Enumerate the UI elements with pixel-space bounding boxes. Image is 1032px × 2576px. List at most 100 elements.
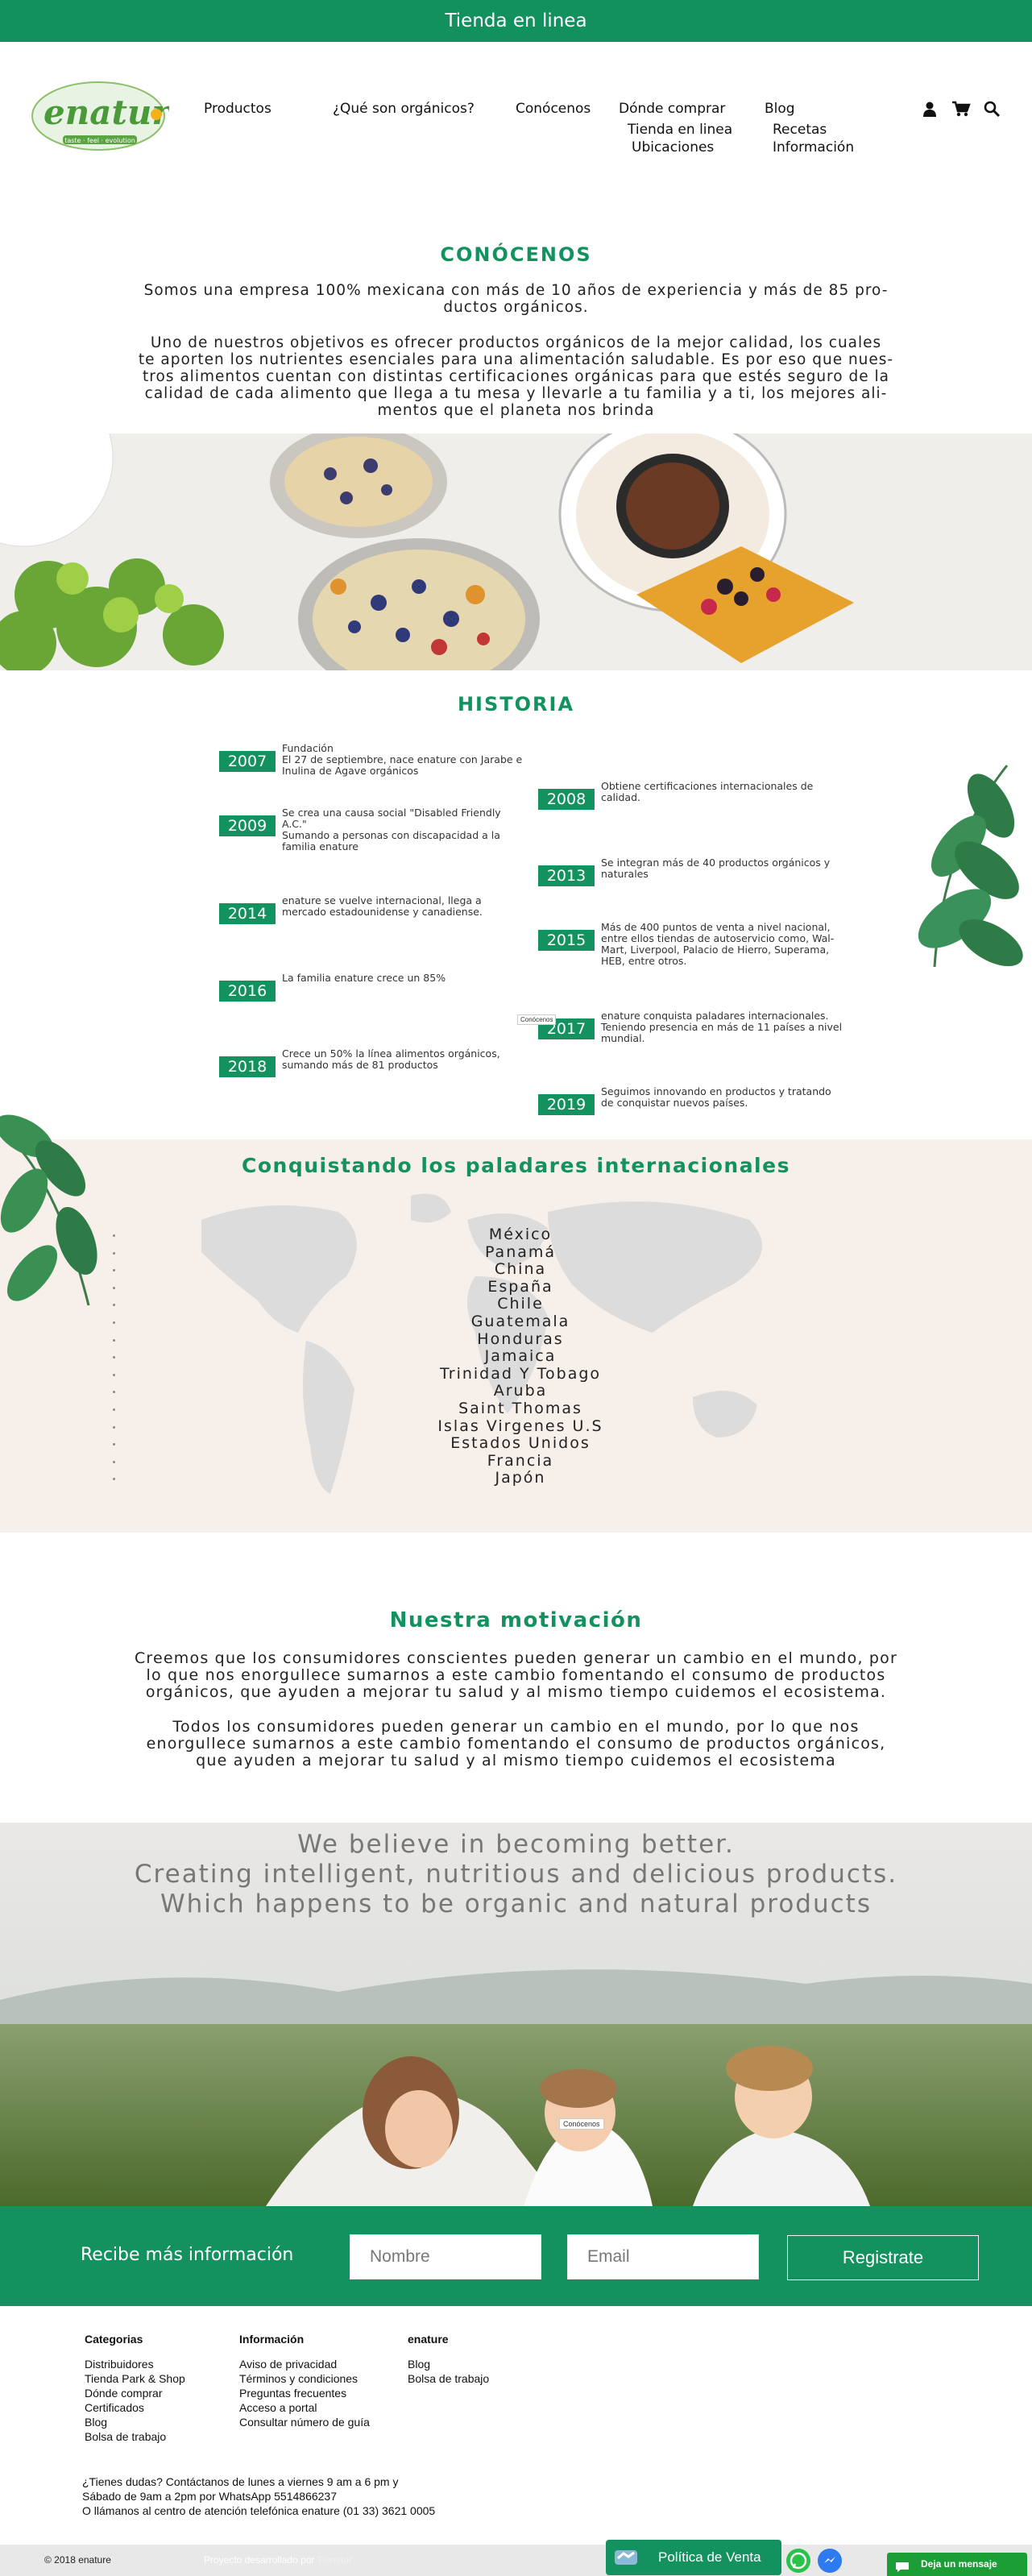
motivation-title: Nuestra motivación [389, 1608, 643, 1632]
nav-informacion[interactable]: Información [773, 139, 854, 156]
country-item: Francia [487, 1451, 554, 1470]
bullet-dot [113, 1425, 115, 1429]
timeline-year-2018: 2018 [219, 1056, 276, 1077]
logo-tagline: taste · feel · evolution [64, 137, 135, 144]
about-title: CONÓCENOS [440, 243, 592, 266]
country-item: Guatemala [470, 1313, 570, 1330]
footer-link[interactable]: Términos y condiciones [239, 2371, 370, 2386]
bullet-dot [113, 1356, 115, 1359]
nav-que-son-organicos[interactable]: ¿Qué son orgánicos? [333, 101, 475, 117]
bullet-dot [113, 1373, 115, 1376]
bullet-dot [113, 1321, 115, 1324]
footer-link[interactable]: Blog [85, 2415, 185, 2429]
about-paragraph-2: Uno de nuestros objetivos es ofrecer pro… [138, 334, 894, 419]
footer-link[interactable]: Aviso de privacidad [239, 2357, 370, 2371]
timeline-event-text: Se crea una causa social "Disabled Frien… [282, 807, 501, 852]
leaves-decoration-right [910, 757, 1032, 983]
nav-conocenos[interactable]: Conócenos [516, 101, 591, 117]
bullet-dot [113, 1286, 115, 1289]
country-item: Panamá [484, 1242, 557, 1261]
footer-col-informacion: Información Aviso de privacidad Términos … [239, 2333, 370, 2429]
nav-recetas[interactable]: Recetas [773, 122, 827, 138]
country-item: Trinidad Y Tobago [439, 1364, 602, 1383]
credit-text: Proyecto desarrollado por Tienetar [204, 2554, 353, 2566]
country-item: Estados Unidos [450, 1434, 591, 1453]
nav-productos[interactable]: Productos [204, 101, 271, 117]
timeline-event-text: Fundación El 27 de septiembre, nace enat… [282, 742, 523, 777]
footer-heading: enature [408, 2333, 449, 2346]
copyright: © 2018 enature [44, 2554, 111, 2566]
bullet-dot [113, 1443, 115, 1446]
international-section: Conquistando los paladares internacional… [0, 1139, 1032, 1533]
email-input[interactable]: Email [567, 2234, 759, 2279]
food-banner-image [0, 433, 1032, 670]
country-item: Islas Virgenes U.S [437, 1417, 603, 1435]
timeline-year-2009: 2009 [219, 815, 276, 836]
country-item: México [488, 1226, 553, 1243]
footer-link[interactable]: Bolsa de trabajo [85, 2429, 185, 2444]
whatsapp-icon[interactable] [786, 2549, 810, 2573]
country-item: Saint Thomas [458, 1400, 582, 1417]
timeline-event-text: La familia enature crece un 85% [282, 972, 446, 984]
hero-tagline-2: Creating intelligent, nutritious and del… [134, 1860, 898, 1889]
policy-button[interactable]: Política de Venta [606, 2540, 781, 2575]
user-icon[interactable] [921, 100, 939, 118]
search-icon[interactable] [983, 100, 1001, 118]
footer-heading: Categorias [85, 2333, 143, 2346]
bullet-dot [113, 1234, 115, 1237]
country-item: España [487, 1277, 553, 1296]
timeline-event-text: Más de 400 puntos de venta a nivel nacio… [601, 921, 835, 967]
bullet-dot [113, 1251, 115, 1255]
footer-link[interactable]: Preguntas frecuentes [239, 2386, 370, 2400]
bullet-dot [113, 1269, 115, 1272]
logo-wordmark: enature [44, 93, 169, 132]
tooltip-conocenos-hero: Conócenos [559, 2118, 604, 2130]
international-title: Conquistando los paladares internacional… [242, 1154, 790, 1177]
footer-link[interactable]: Blog [408, 2357, 489, 2371]
footer-col-enature: enature Blog Bolsa de trabajo [408, 2333, 489, 2386]
messenger-icon[interactable] [818, 2549, 842, 2573]
timeline-event-text: Se integran más de 40 productos orgánico… [601, 857, 831, 880]
footer-link[interactable]: Dónde comprar [85, 2386, 185, 2400]
timeline-event-text: Seguimos innovando en productos y tratan… [601, 1085, 831, 1109]
chat-icon [895, 2558, 910, 2572]
history-title: HISTORIA [457, 693, 575, 716]
country-item: Chile [497, 1295, 544, 1313]
footer-link[interactable]: Distribuidores [85, 2357, 185, 2371]
footer-link[interactable]: Certificados [85, 2400, 185, 2415]
newsletter-label: Recibe más información [81, 2245, 294, 2265]
cart-icon[interactable] [951, 100, 971, 118]
credit-link[interactable]: Tienetar [317, 2554, 353, 2566]
footer-bottom-bar: © 2018 enature Proyecto desarrollado por… [0, 2540, 1032, 2576]
enature-logo[interactable]: enature taste · feel · evolution [31, 79, 191, 153]
newsletter-bar: Recibe más información Nombre Email Regi… [0, 2206, 1032, 2306]
timeline-year-2014: 2014 [219, 903, 276, 924]
nav-ubicaciones[interactable]: Ubicaciones [632, 139, 714, 156]
nav-tienda-en-linea[interactable]: Tienda en linea [628, 122, 732, 138]
bullet-dot [113, 1338, 115, 1342]
name-input[interactable]: Nombre [350, 2234, 541, 2279]
nav-blog[interactable]: Blog [765, 101, 795, 117]
leaves-decoration-left [0, 1104, 113, 1321]
footer-col-categorias: Categorias Distribuidores Tienda Park & S… [85, 2333, 185, 2444]
footer-heading: Información [239, 2333, 305, 2346]
tooltip-conocenos: Conócenos [517, 1014, 557, 1025]
country-item: Jamaica [484, 1347, 557, 1366]
topbar-store-link[interactable]: Tienda en linea [0, 0, 1032, 42]
chat-widget-button[interactable]: Deja un mensaje [887, 2553, 1027, 2576]
hero-tagline-1: We believe in becoming better. [297, 1830, 735, 1859]
timeline-event-text: enature se vuelve internacional, llega a… [282, 894, 483, 918]
bullet-dot [113, 1408, 115, 1411]
hero-tagline-3: Which happens to be organic and natural … [160, 1889, 872, 1919]
register-button[interactable]: Registrate [787, 2235, 979, 2280]
footer-link[interactable]: Bolsa de trabajo [408, 2371, 489, 2386]
footer-link[interactable]: Acceso a portal [239, 2400, 370, 2415]
timeline-year-2019: 2019 [538, 1094, 595, 1115]
nav-donde-comprar[interactable]: Dónde comprar [619, 101, 725, 117]
country-item: Japón [495, 1469, 546, 1487]
country-item: Honduras [477, 1329, 564, 1348]
handshake-icon [614, 2547, 638, 2568]
timeline-year-2015: 2015 [538, 930, 595, 951]
footer-link[interactable]: Tienda Park & Shop [85, 2371, 185, 2386]
footer-link[interactable]: Consultar número de guía [239, 2415, 370, 2429]
